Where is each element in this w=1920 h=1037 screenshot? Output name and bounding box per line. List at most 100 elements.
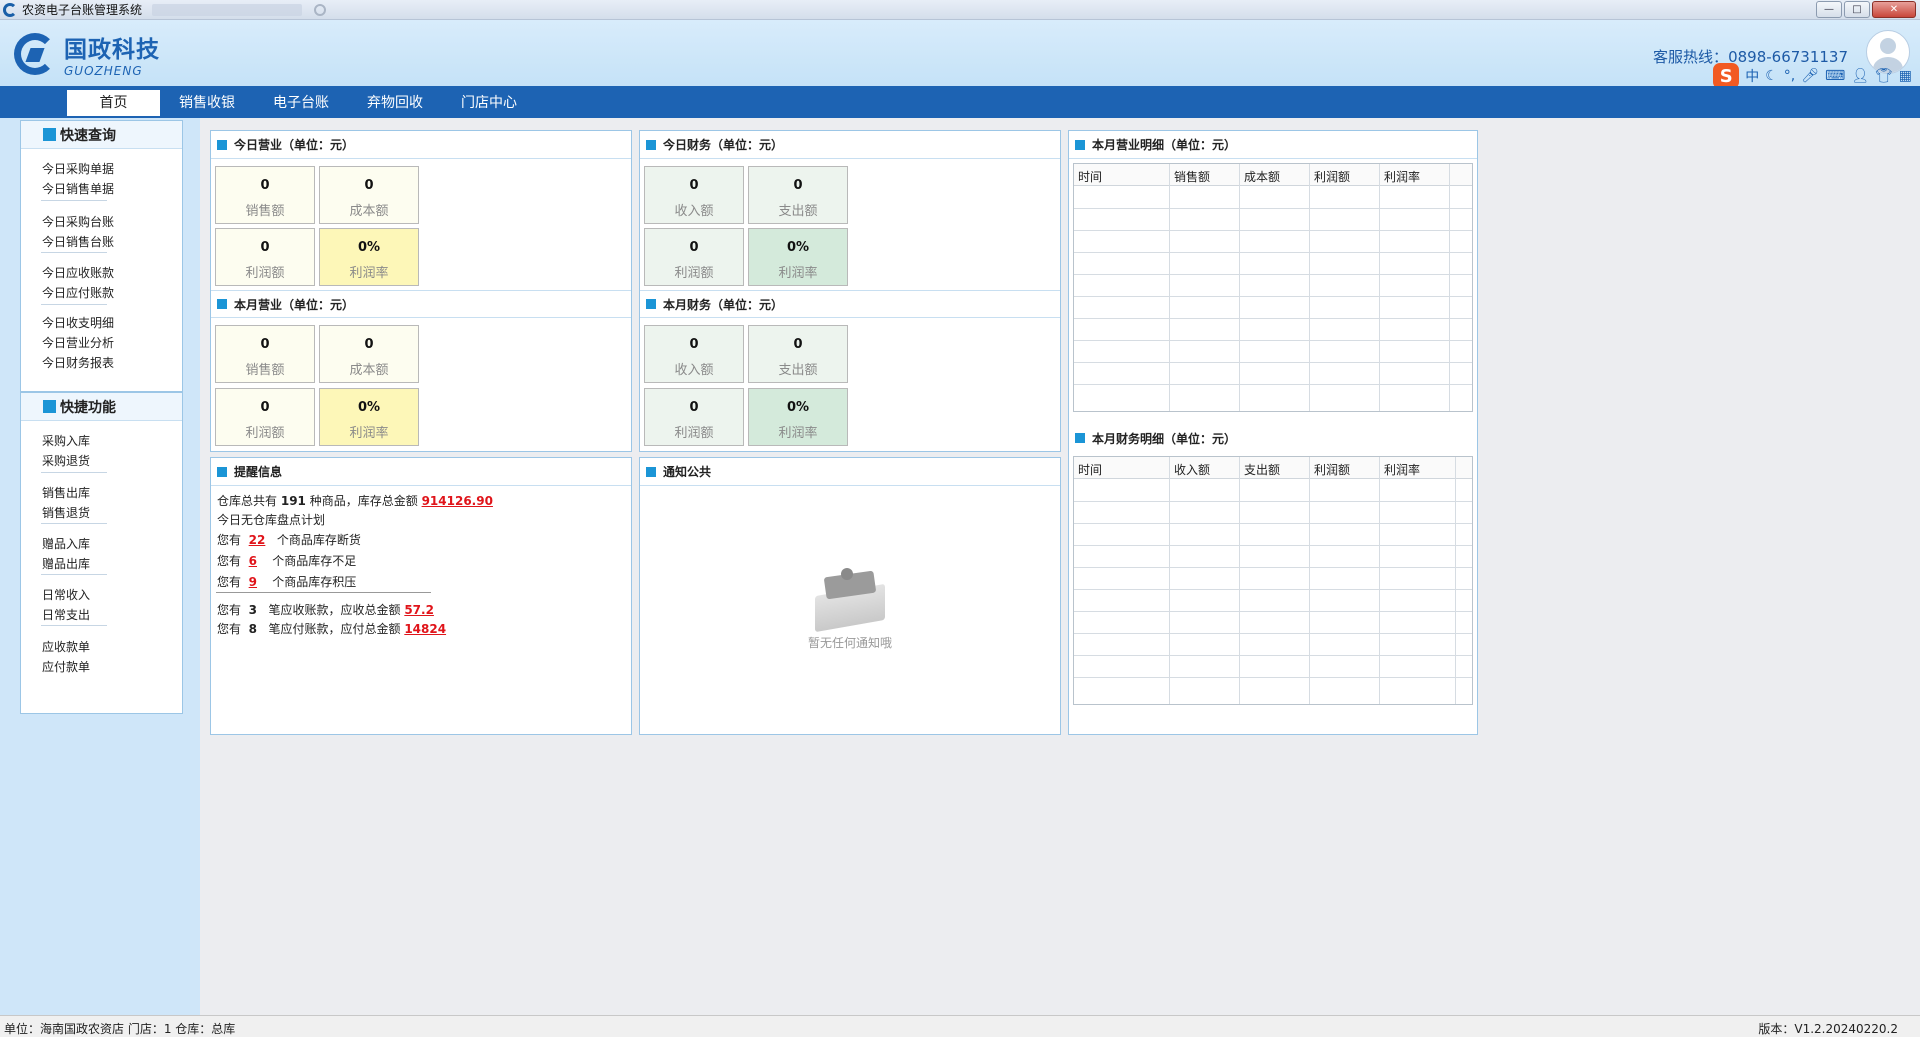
stock-amount-link[interactable]: 914126.90 (422, 494, 493, 508)
nav-sales-cashier[interactable]: 销售收银 (170, 90, 244, 116)
ime-mode[interactable]: 中 (1745, 66, 1759, 86)
month-profit-label: 利润额 (245, 426, 285, 441)
divider (41, 252, 107, 253)
divider (41, 472, 107, 473)
month-finance-detail-header: 本月财务明细（单位：元） (1069, 424, 1477, 452)
table-header: 时间 销售额 成本额 利润额 利润率 (1074, 164, 1472, 186)
link-today-sales-ledger[interactable]: 今日销售台账 (42, 233, 114, 250)
link-daily-income[interactable]: 日常收入 (42, 586, 90, 603)
link-sales-out[interactable]: 销售出库 (42, 484, 90, 501)
today-fin-profit-card[interactable]: 0 利润额 (644, 228, 744, 286)
month-income-value: 0 (689, 337, 699, 352)
mic-icon[interactable]: 🎤︎ (1801, 68, 1819, 84)
nav-home[interactable]: 首页 (67, 90, 160, 116)
month-income-card[interactable]: 0 收入额 (644, 325, 744, 383)
month-business-header: 本月营业（单位：元） (211, 290, 631, 318)
app-icon (3, 2, 17, 17)
out-of-stock-link[interactable]: 22 (249, 533, 266, 547)
link-gift-out[interactable]: 赠品出库 (42, 555, 90, 572)
ime-toolbar[interactable]: S 中 ☾ °, 🎤︎ ⌨ 👤︎ 👕︎ ▦ (1709, 63, 1916, 89)
link-today-finance-report[interactable]: 今日财务报表 (42, 354, 114, 371)
link-today-purchase-docs[interactable]: 今日采购单据 (42, 160, 114, 177)
today-sales-value: 0 (260, 178, 270, 193)
shirt-icon[interactable]: 👕︎ (1875, 68, 1893, 84)
user-icon[interactable]: 👤︎ (1851, 68, 1869, 84)
quick-query-title: 快速查询 (60, 127, 116, 144)
month-finance-detail-title: 本月财务明细（单位：元） (1092, 431, 1237, 446)
month-fin-rate-card[interactable]: 0% 利润率 (748, 388, 848, 446)
month-fin-rate-value: 0% (786, 400, 810, 415)
inventory-plan-note: 今日无仓库盘点计划 (217, 513, 326, 527)
month-expense-card[interactable]: 0 支出额 (748, 325, 848, 383)
nav-store-center[interactable]: 门店中心 (452, 90, 526, 116)
today-cost-card[interactable]: 0 成本额 (319, 166, 419, 224)
close-button[interactable]: ✕ (1872, 1, 1916, 18)
link-gift-in[interactable]: 赠品入库 (42, 535, 90, 552)
col-time: 时间 (1078, 463, 1103, 477)
today-finance-title: 今日财务（单位：元） (663, 138, 784, 152)
maximize-button[interactable]: □ (1844, 1, 1870, 18)
nav-bar: 首页 销售收银 电子台账 弃物回收 门店中心 (0, 86, 1920, 118)
today-rate-card[interactable]: 0% 利润率 (319, 228, 419, 286)
divider (216, 592, 431, 593)
minimize-button[interactable]: — (1816, 1, 1842, 18)
receivable-amount-link[interactable]: 57.2 (404, 603, 434, 617)
month-finance-header: 本月财务（单位：元） (640, 290, 1060, 318)
month-fin-profit-value: 0 (689, 400, 699, 415)
payable-amount-link[interactable]: 14824 (404, 622, 446, 636)
business-detail-table[interactable]: 时间 销售额 成本额 利润额 利润率 (1073, 163, 1473, 412)
today-sales-card[interactable]: 0 销售额 (215, 166, 315, 224)
keyboard-icon[interactable]: ⌨ (1825, 68, 1845, 84)
low-stock-line: 您有 6 个商品库存不足 (217, 554, 357, 568)
logo-mark-icon (14, 33, 56, 75)
link-today-income-expense[interactable]: 今日收支明细 (42, 314, 114, 331)
nav-waste-recycle[interactable]: 弃物回收 (358, 90, 432, 116)
divider (41, 625, 107, 626)
today-profit-card[interactable]: 0 利润额 (215, 228, 315, 286)
punct-icon[interactable]: °, (1784, 68, 1795, 84)
month-sales-value: 0 (260, 337, 270, 352)
low-stock-link[interactable]: 6 (249, 554, 257, 568)
link-today-payable[interactable]: 今日应付账款 (42, 284, 114, 301)
month-cost-card[interactable]: 0 成本额 (319, 325, 419, 383)
month-finance-title: 本月财务（单位：元） (663, 297, 784, 312)
reminder-panel: 提醒信息 仓库总共有 191 种商品，库存总金额 914126.90 今日无仓库… (210, 457, 632, 735)
month-fin-profit-card[interactable]: 0 利润额 (644, 388, 744, 446)
today-profit-label: 利润额 (245, 266, 285, 281)
nav-e-ledger[interactable]: 电子台账 (264, 90, 338, 116)
link-today-receivable[interactable]: 今日应收账款 (42, 264, 114, 281)
overstock-link[interactable]: 9 (249, 575, 257, 589)
month-rate-card[interactable]: 0% 利润率 (319, 388, 419, 446)
today-fin-profit-value: 0 (689, 240, 699, 255)
finance-detail-table[interactable]: 时间 收入额 支出额 利润额 利润率 (1073, 456, 1473, 705)
link-payable-bill[interactable]: 应付款单 (42, 658, 90, 675)
month-business-detail-title: 本月营业明细（单位：元） (1092, 138, 1237, 152)
month-expense-label: 支出额 (778, 363, 818, 378)
detail-panel: 本月营业明细（单位：元） 时间 销售额 成本额 利润额 利润率 本月财务明细（单… (1068, 130, 1478, 735)
logo-en: GUOZHENG (64, 64, 143, 78)
today-fin-rate-card[interactable]: 0% 利润率 (748, 228, 848, 286)
link-sales-return[interactable]: 销售退货 (42, 504, 90, 521)
overstock-line: 您有 9 个商品库存积压 (217, 575, 357, 589)
link-daily-expense[interactable]: 日常支出 (42, 606, 90, 623)
month-profit-card[interactable]: 0 利润额 (215, 388, 315, 446)
link-today-business-analysis[interactable]: 今日营业分析 (42, 334, 114, 351)
link-purchase-in[interactable]: 采购入库 (42, 432, 90, 449)
month-sales-card[interactable]: 0 销售额 (215, 325, 315, 383)
month-expense-value: 0 (793, 337, 803, 352)
link-purchase-return[interactable]: 采购退货 (42, 452, 90, 469)
finance-panel: 今日财务（单位：元） 0 收入额 0 支出额 0 利润额 0% 利润率 本月财务（单位：… (639, 130, 1061, 452)
link-today-purchase-ledger[interactable]: 今日采购台账 (42, 213, 114, 230)
moon-icon[interactable]: ☾ (1765, 68, 1778, 84)
link-receivable-bill[interactable]: 应收款单 (42, 638, 90, 655)
link-today-sales-docs[interactable]: 今日销售单据 (42, 180, 114, 197)
grid-icon[interactable]: ▦ (1899, 68, 1912, 84)
today-expense-card[interactable]: 0 支出额 (748, 166, 848, 224)
business-panel: 今日营业（单位：元） 0 销售额 0 成本额 0 利润额 0% 利润率 本月营业（单位：… (210, 130, 632, 452)
today-expense-label: 支出额 (778, 204, 818, 219)
today-income-card[interactable]: 0 收入额 (644, 166, 744, 224)
col-rate: 利润率 (1384, 463, 1421, 477)
today-business-title: 今日营业（单位：元） (234, 138, 355, 152)
window-title: 农资电子台账管理系统 (22, 3, 143, 17)
status-version: 版本：V1.2.20240220.2 (1758, 1022, 1898, 1036)
